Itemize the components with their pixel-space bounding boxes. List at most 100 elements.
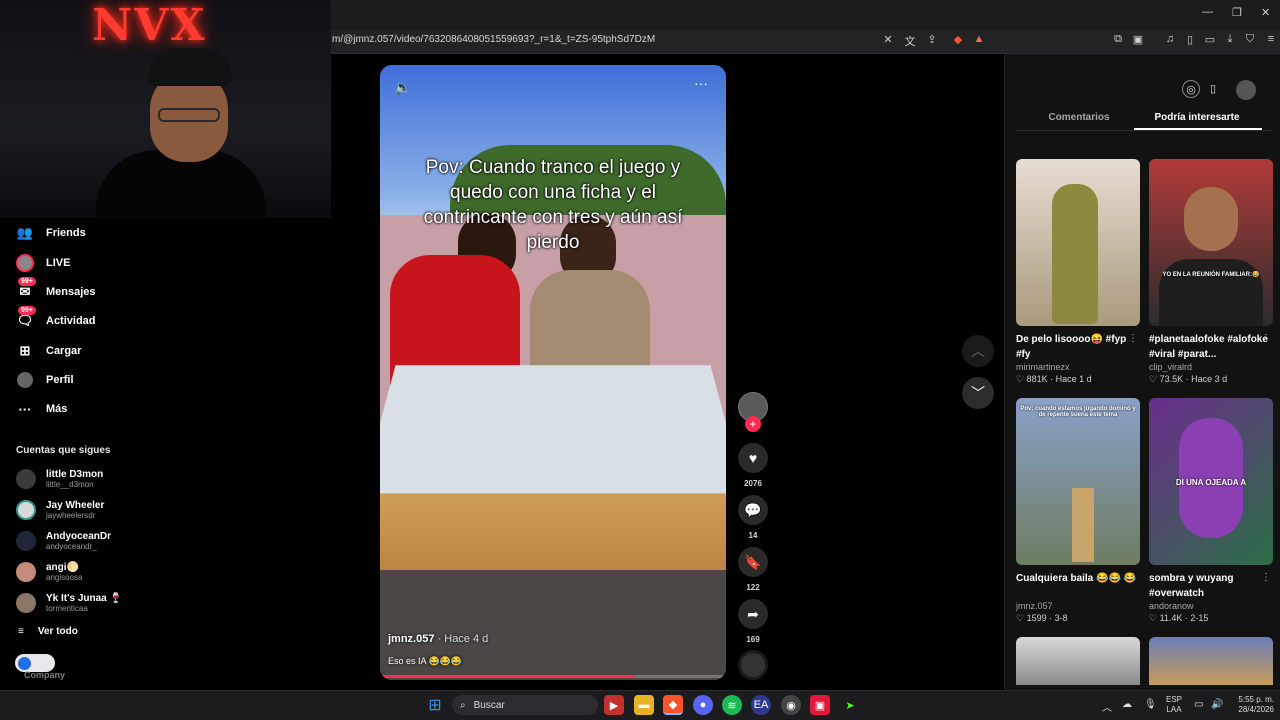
card-title[interactable]: Cualquiera baila 😂😂 😂 <box>1016 571 1140 601</box>
card-more-icon[interactable]: ⋮ <box>1128 333 1138 344</box>
compass-icon[interactable]: ◎ <box>1182 80 1200 98</box>
keyboard-language[interactable]: ESP LAA <box>1166 695 1182 715</box>
bookmark-icon[interactable]: 🔖 <box>738 547 768 577</box>
vpn-icon[interactable]: ⛉ <box>1243 33 1257 46</box>
taskbar-clock[interactable]: 5:55 p. m. 28/4/2026 <box>1228 695 1274 715</box>
app-red-icon[interactable]: ▣ <box>810 695 830 715</box>
user-avatar[interactable] <box>1236 80 1256 100</box>
ea-app-icon[interactable]: EA <box>751 695 771 715</box>
obs-icon[interactable]: ◉ <box>781 695 801 715</box>
related-video-card[interactable]: Pov: cuando estamos jugando dominó y de … <box>1016 398 1140 624</box>
previous-video-button[interactable]: ︿ <box>962 335 994 367</box>
tray-expand-icon[interactable]: ︿ <box>1102 699 1112 714</box>
card-more-icon[interactable]: ⋮ <box>1261 333 1271 344</box>
card-username[interactable]: mirimartinezx <box>1016 362 1140 372</box>
related-video-card[interactable]: De pelo lisoooo😝 #fyp #fy mirimartinezx … <box>1016 159 1140 385</box>
save-action[interactable]: 🔖 122 <box>738 547 768 592</box>
following-account[interactable]: Jay Wheeler jaywheelersdr <box>16 497 104 523</box>
onedrive-icon[interactable]: ☁ <box>1122 699 1132 710</box>
share-icon[interactable]: ⇪ <box>925 33 939 46</box>
account-handle: tormenticaa <box>46 604 88 613</box>
video-thumbnail[interactable]: Pov: cuando estamos jugando dominó y de … <box>1016 398 1140 565</box>
taskbar-search[interactable]: ⌕ Buscar <box>452 695 598 715</box>
following-account[interactable]: little D3mon little__d3mon <box>16 466 103 492</box>
rewards-icon[interactable]: ▲ <box>972 33 986 45</box>
video-thumbnail[interactable] <box>1149 637 1273 685</box>
video-thumbnail[interactable]: YO EN LA REUNIÓN FAMILIAR:😂 <box>1149 159 1273 326</box>
file-explorer-icon[interactable]: ▬ <box>634 695 654 715</box>
account-handle: little__d3mon <box>46 480 94 489</box>
card-more-icon[interactable]: ⋮ <box>1261 572 1271 583</box>
follow-plus-icon[interactable]: + <box>745 416 761 432</box>
video-thumbnail[interactable] <box>1016 159 1140 326</box>
card-username[interactable]: andoranow <box>1149 601 1273 611</box>
following-account[interactable]: angi🌕 angisoosa <box>16 559 82 585</box>
account-name: angi🌕 <box>46 562 80 573</box>
share-arrow-icon[interactable]: ➦ <box>738 599 768 629</box>
video-username[interactable]: jmnz.057 <box>388 633 434 645</box>
volume-tray-icon[interactable]: 🔊 <box>1211 699 1223 710</box>
share-action[interactable]: ➦ 169 <box>738 599 768 644</box>
brave-shield-icon[interactable]: ◆ <box>951 33 965 46</box>
share-count: 169 <box>746 635 760 644</box>
extensions-icon[interactable]: ⧉ <box>1111 33 1125 46</box>
brave-browser-icon[interactable]: ◆ <box>663 695 683 715</box>
tab-icon[interactable]: ▣ <box>1131 33 1145 46</box>
related-video-card[interactable]: YO EN LA REUNIÓN FAMILIAR:😂 #planetaalof… <box>1149 159 1273 385</box>
kick-icon[interactable]: ➤ <box>840 695 860 715</box>
url-text[interactable]: m/@jmnz.057/video/7632086408051559693?_r… <box>332 34 655 45</box>
translate-icon[interactable]: 文 <box>903 33 917 49</box>
company-link[interactable]: Company <box>24 670 65 680</box>
sidebar-item-more[interactable]: ··· Más <box>16 399 68 419</box>
following-account[interactable]: Yk It's Junaa 🍷 tormenticaa <box>16 590 122 616</box>
like-action[interactable]: ♥ 2076 <box>738 443 768 488</box>
close-icon[interactable]: ✕ <box>1261 6 1270 19</box>
sidebar-item-messages[interactable]: ✉ 99+ Mensajes <box>16 277 96 302</box>
video-player[interactable]: Pov: Cuando tranco el juego y quedo con … <box>380 65 726 680</box>
download-icon[interactable]: ⤓ <box>1223 33 1237 46</box>
comment-action[interactable]: 💬 14 <box>738 495 768 540</box>
card-username[interactable]: jmnz.057 <box>1016 601 1140 611</box>
comment-icon[interactable]: 💬 <box>738 495 768 525</box>
music-icon[interactable]: ♫ <box>1163 33 1177 45</box>
card-title[interactable]: #planetaalofoke #alofoke #viral #parat..… <box>1149 332 1273 362</box>
display-icon[interactable]: ▭ <box>1194 699 1203 710</box>
reader-icon[interactable]: ✕ <box>881 33 895 46</box>
sidebar-item-friends[interactable]: 👥 Friends <box>16 223 86 243</box>
account-name: little D3mon <box>46 469 104 480</box>
sidebar-item-upload[interactable]: ⊞ Cargar <box>16 341 82 361</box>
sidebar-item-activity[interactable]: 🗨 99+ Actividad <box>16 306 96 331</box>
related-video-card[interactable]: DI UNA OJEADA A sombra y wuyang #overwat… <box>1149 398 1273 624</box>
card-more-icon[interactable]: ⋮ <box>1128 572 1138 583</box>
see-all-button[interactable]: ≡ Ver todo <box>18 626 78 637</box>
tab-comments[interactable]: Comentarios <box>1016 112 1142 123</box>
heart-icon[interactable]: ♥ <box>738 443 768 473</box>
friends-icon: 👥 <box>16 225 34 240</box>
sidebar-icon[interactable]: ▯ <box>1183 33 1197 46</box>
minimize-icon[interactable]: — <box>1202 6 1213 18</box>
music-disc-icon[interactable] <box>738 650 768 680</box>
video-thumbnail[interactable] <box>1016 637 1140 685</box>
following-account[interactable]: AndyoceanDr andyoceandr_ <box>16 528 111 554</box>
card-title[interactable]: De pelo lisoooo😝 #fyp #fy <box>1016 332 1140 362</box>
sidebar-item-profile[interactable]: Perfil <box>16 370 74 390</box>
discord-icon[interactable]: ● <box>693 695 713 715</box>
youtube-icon[interactable]: ▶ <box>604 695 624 715</box>
card-title[interactable]: sombra y wuyang #overwatch <box>1149 571 1273 601</box>
phone-icon[interactable]: ▯ <box>1204 80 1222 98</box>
sidebar-item-live[interactable]: LIVE <box>16 253 70 273</box>
tab-related[interactable]: Podría interesarte <box>1134 112 1260 123</box>
video-thumbnail[interactable]: DI UNA OJEADA A <box>1149 398 1273 565</box>
spotify-icon[interactable]: ≋ <box>722 695 742 715</box>
menu-icon[interactable]: ≡ <box>1264 33 1278 45</box>
next-video-button[interactable]: ﹀ <box>962 377 994 409</box>
microphone-icon[interactable]: 🎙 <box>1144 699 1157 710</box>
video-author[interactable]: jmnz.057 · Hace 4 d <box>388 633 488 645</box>
card-stats: ♡ 881K · Hace 1 d <box>1016 374 1092 384</box>
windows-start-icon[interactable]: ⊞ <box>425 695 445 715</box>
video-more-icon[interactable]: ··· <box>694 75 708 91</box>
wallet-icon[interactable]: ▭ <box>1203 33 1217 46</box>
card-username[interactable]: clip_viralrd <box>1149 362 1273 372</box>
volume-icon[interactable]: 🔈 <box>394 79 411 96</box>
maximize-icon[interactable]: ❐ <box>1232 6 1242 19</box>
